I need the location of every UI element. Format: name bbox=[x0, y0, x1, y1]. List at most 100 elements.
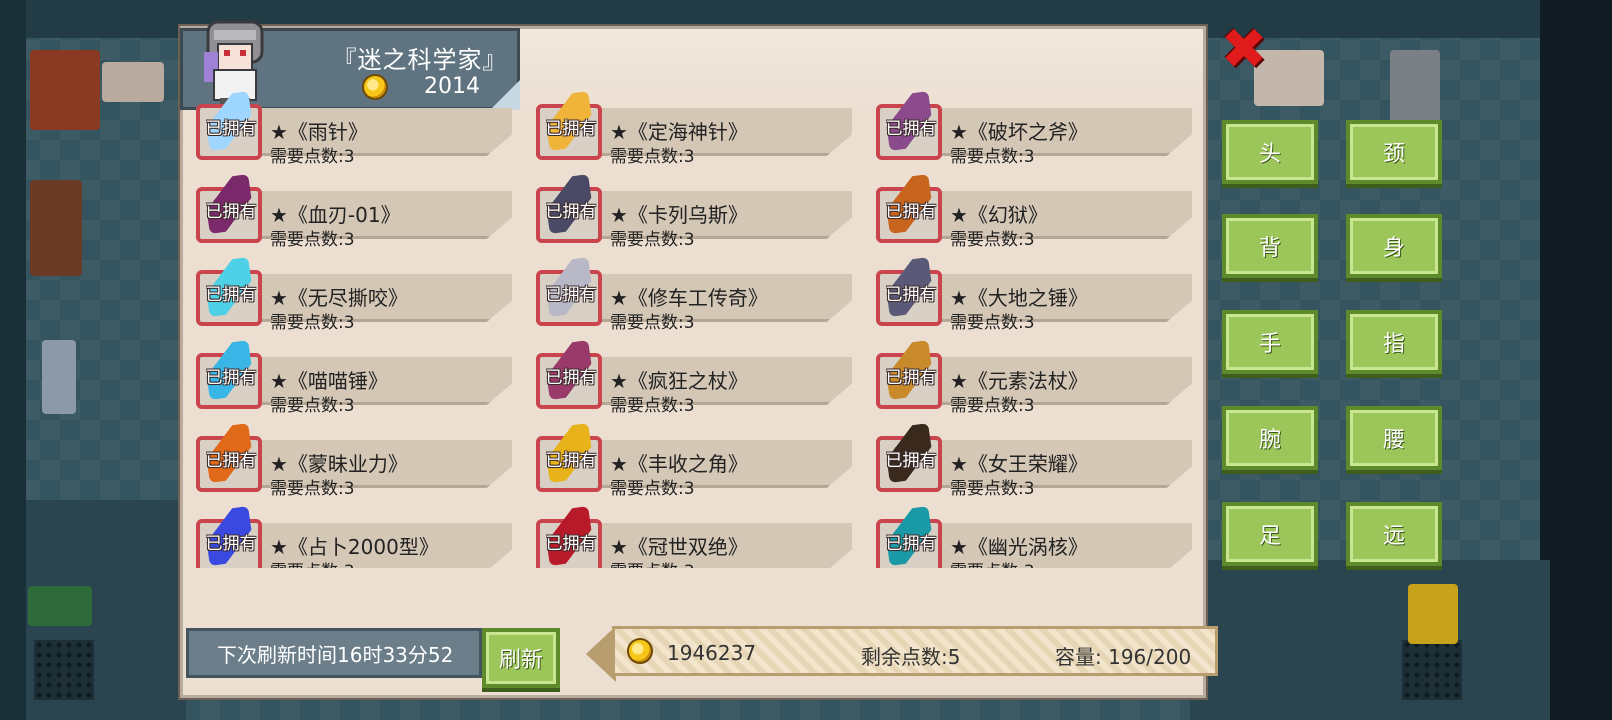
item-name: ★《卡列乌斯》 bbox=[610, 203, 748, 227]
shop-item[interactable]: 已拥有 ★《无尽撕咬》需要点数:3 bbox=[186, 248, 526, 333]
item-cost: 需要点数:3 bbox=[950, 147, 1035, 167]
item-name: ★《破坏之斧》 bbox=[950, 120, 1088, 144]
item-grid: 已拥有 ★《雨针》需要点数:3 已拥有 ★《定海神针》需要点数:3 已拥有 ★《破坏之斧》… bbox=[186, 82, 1206, 568]
owned-label: 已拥有 bbox=[545, 285, 597, 305]
shop-item[interactable]: 已拥有 ★《血刃-01》需要点数:3 bbox=[186, 165, 526, 250]
owned-label: 已拥有 bbox=[545, 119, 597, 139]
refresh-button[interactable]: 刷新 bbox=[482, 628, 560, 688]
item-cost: 需要点数:3 bbox=[270, 396, 355, 416]
shop-item[interactable]: 已拥有 ★《修车工传奇》需要点数:3 bbox=[526, 248, 866, 333]
shop-item[interactable]: 已拥有 ★《喵喵锤》需要点数:3 bbox=[186, 331, 526, 416]
item-name: ★《幻狱》 bbox=[950, 203, 1048, 227]
category-waist-button[interactable]: 腰 bbox=[1346, 406, 1442, 470]
floor-grille bbox=[34, 640, 94, 700]
shop-item[interactable]: 已拥有 ★《疯狂之杖》需要点数:3 bbox=[526, 331, 866, 416]
background-floor bbox=[1190, 560, 1550, 720]
shop-item[interactable]: 已拥有 ★《幻狱》 需要点数:3 bbox=[866, 165, 1206, 250]
vending-prop bbox=[1408, 584, 1458, 644]
item-name: ★《冠世双绝》 bbox=[610, 535, 748, 559]
item-name: ★《血刃-01》 bbox=[270, 203, 401, 227]
item-cost: 需要点数:3 bbox=[270, 557, 355, 568]
category-back-button[interactable]: 背 bbox=[1222, 214, 1318, 278]
coin-icon bbox=[627, 638, 653, 664]
item-cost: 需要点数:3 bbox=[950, 557, 1035, 568]
item-cost: 需要点数:3 bbox=[950, 479, 1035, 499]
shop-item[interactable]: 已拥有 ★《幽光涡核》需要点数:3 bbox=[866, 497, 1206, 568]
background-right-edge bbox=[1540, 0, 1612, 720]
item-cost: 需要点数:3 bbox=[610, 396, 695, 416]
category-wrist-button[interactable]: 腕 bbox=[1222, 406, 1318, 470]
item-name: ★《修车工传奇》 bbox=[610, 286, 768, 310]
shop-item[interactable]: 已拥有 ★《卡列乌斯》需要点数:3 bbox=[526, 165, 866, 250]
item-cost: 需要点数:3 bbox=[270, 313, 355, 333]
status-bar: 1946237 剩余点数:5 容量: 196/200 bbox=[612, 626, 1218, 676]
vase-prop bbox=[42, 340, 76, 414]
owned-label: 已拥有 bbox=[885, 368, 937, 388]
shop-item[interactable]: 已拥有 ★《冠世双绝》需要点数:3 bbox=[526, 497, 866, 568]
owned-label: 已拥有 bbox=[205, 451, 257, 471]
item-cost: 需要点数:3 bbox=[270, 147, 355, 167]
category-hand-button[interactable]: 手 bbox=[1222, 310, 1318, 374]
close-button[interactable]: ✖ bbox=[1218, 22, 1270, 78]
category-head-button[interactable]: 头 bbox=[1222, 120, 1318, 184]
shop-item[interactable]: 已拥有 ★《丰收之角》 需要点数:3 bbox=[526, 414, 866, 499]
owned-label: 已拥有 bbox=[545, 451, 597, 471]
owned-label: 已拥有 bbox=[205, 285, 257, 305]
item-cost: 需要点数:3 bbox=[610, 479, 695, 499]
owned-label: 已拥有 bbox=[885, 202, 937, 222]
refresh-timer: 下次刷新时间16时33分52 bbox=[186, 628, 482, 678]
machine-prop bbox=[102, 62, 164, 102]
shop-item[interactable]: 已拥有 ★《大地之锤》需要点数:3 bbox=[866, 248, 1206, 333]
category-foot-button[interactable]: 足 bbox=[1222, 502, 1318, 566]
item-cost: 需要点数:3 bbox=[270, 479, 355, 499]
item-cost: 需要点数:3 bbox=[950, 313, 1035, 333]
shop-item[interactable]: 已拥有 ★《女王荣耀》需要点数:3 bbox=[866, 414, 1206, 499]
owned-label: 已拥有 bbox=[545, 202, 597, 222]
owned-label: 已拥有 bbox=[545, 368, 597, 388]
shop-item[interactable]: 已拥有 ★《元素法杖》需要点数:3 bbox=[866, 331, 1206, 416]
item-name: ★《无尽撕咬》 bbox=[270, 286, 408, 310]
item-cost: 需要点数:3 bbox=[610, 230, 695, 250]
category-ranged-button[interactable]: 远 bbox=[1346, 502, 1442, 566]
npc-name: 『迷之科学家』 bbox=[332, 46, 508, 74]
category-neck-button[interactable]: 颈 bbox=[1346, 120, 1442, 184]
capacity: 容量: 196/200 bbox=[1055, 645, 1192, 669]
item-cost: 需要点数:3 bbox=[270, 230, 355, 250]
cabinet-prop bbox=[30, 50, 100, 130]
item-name: ★《幽光涡核》 bbox=[950, 535, 1088, 559]
chair-prop bbox=[30, 180, 82, 276]
shop-item[interactable]: 已拥有 ★《破坏之斧》需要点数:3 bbox=[866, 82, 1206, 167]
shop-item[interactable]: 已拥有 ★《蒙昧业力》需要点数:3 bbox=[186, 414, 526, 499]
owned-label: 已拥有 bbox=[885, 119, 937, 139]
item-name: ★《大地之锤》 bbox=[950, 286, 1088, 310]
item-cost: 需要点数:3 bbox=[950, 396, 1035, 416]
item-cost: 需要点数:3 bbox=[610, 313, 695, 333]
owned-label: 已拥有 bbox=[205, 368, 257, 388]
remaining-points: 剩余点数:5 bbox=[861, 645, 961, 669]
circuit-prop bbox=[28, 586, 92, 626]
item-cost: 需要点数:3 bbox=[610, 147, 695, 167]
owned-label: 已拥有 bbox=[885, 451, 937, 471]
item-name: ★《定海神针》 bbox=[610, 120, 748, 144]
background-left-wall bbox=[0, 0, 26, 720]
category-finger-button[interactable]: 指 bbox=[1346, 310, 1442, 374]
owned-label: 已拥有 bbox=[885, 534, 937, 554]
item-name: ★《雨针》 bbox=[270, 120, 368, 144]
shop-item[interactable]: 已拥有 ★《定海神针》需要点数:3 bbox=[526, 82, 866, 167]
owned-label: 已拥有 bbox=[205, 202, 257, 222]
category-body-button[interactable]: 身 bbox=[1346, 214, 1442, 278]
item-cost: 需要点数:3 bbox=[610, 557, 695, 568]
owned-label: 已拥有 bbox=[885, 285, 937, 305]
item-name: ★《疯狂之杖》 bbox=[610, 369, 748, 393]
owned-label: 已拥有 bbox=[205, 534, 257, 554]
money-count: 1946237 bbox=[667, 641, 757, 665]
item-name: ★《元素法杖》 bbox=[950, 369, 1088, 393]
shop-item[interactable]: 已拥有 ★《占卜2000型》需要点数:3 bbox=[186, 497, 526, 568]
item-name: ★《女王荣耀》 bbox=[950, 452, 1088, 476]
floor-grille bbox=[1402, 640, 1462, 700]
owned-label: 已拥有 bbox=[545, 534, 597, 554]
owned-label: 已拥有 bbox=[205, 119, 257, 139]
item-name: ★《蒙昧业力》 bbox=[270, 452, 408, 476]
shop-item[interactable]: 已拥有 ★《雨针》需要点数:3 bbox=[186, 82, 526, 167]
item-name: ★《喵喵锤》 bbox=[270, 369, 388, 393]
